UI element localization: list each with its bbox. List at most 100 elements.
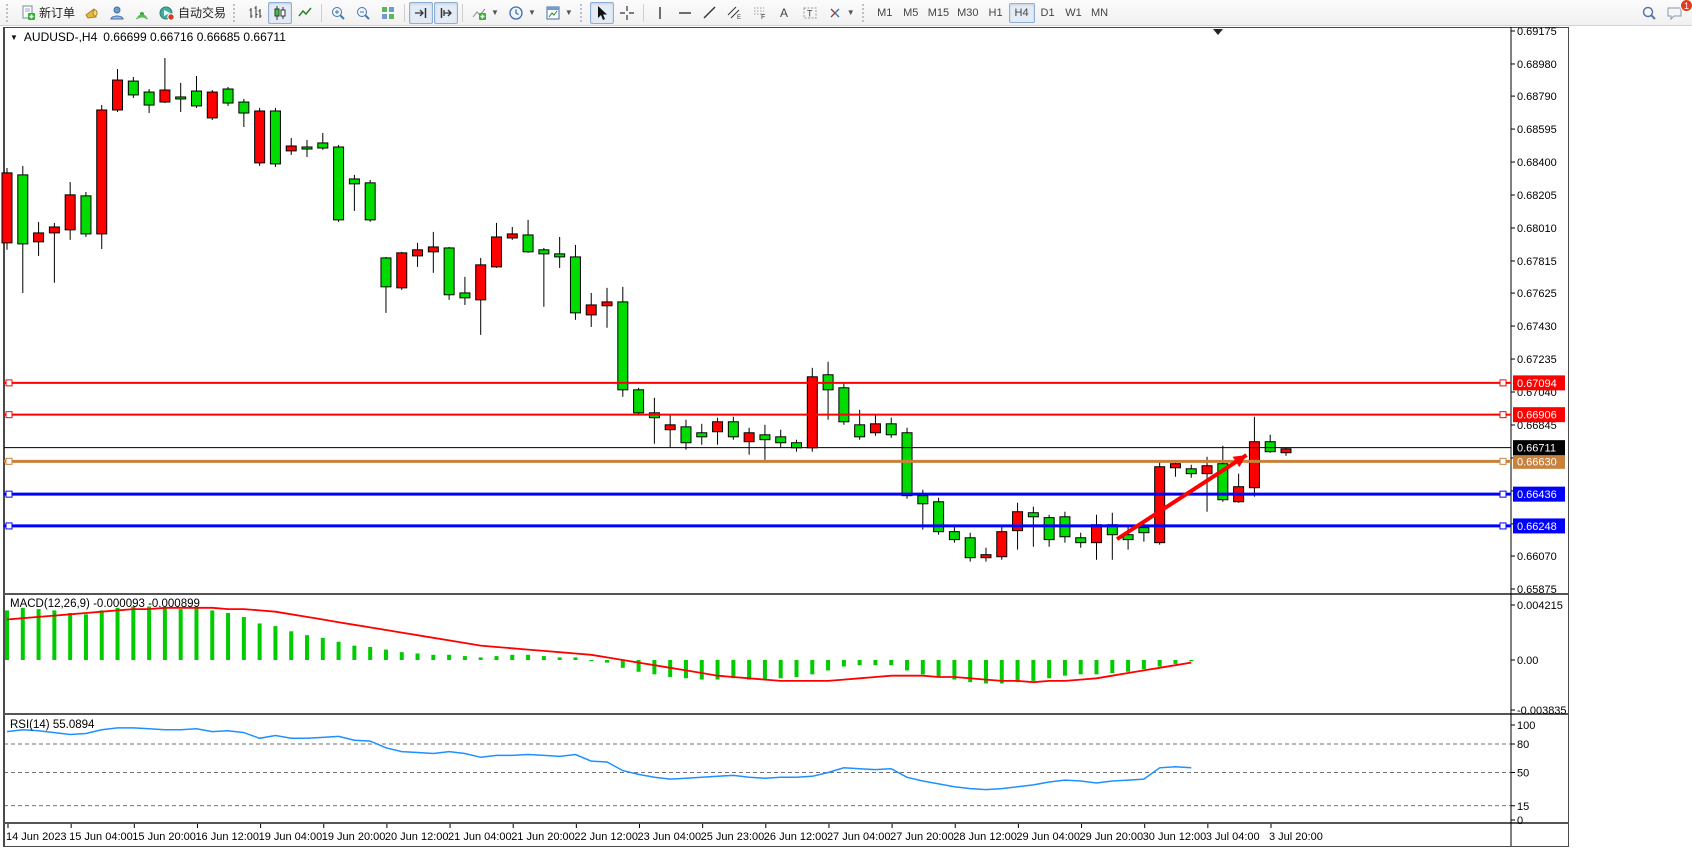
horizontal-line-icon — [677, 5, 693, 21]
toolbar-grip[interactable] — [233, 4, 238, 22]
pane-separator[interactable] — [4, 822, 1569, 824]
line-handle[interactable] — [6, 458, 12, 464]
periods-button[interactable]: ▼ — [504, 2, 540, 24]
chat-button[interactable]: 1 — [1662, 2, 1688, 24]
rsi-tick-label: 0 — [1517, 815, 1523, 827]
timeframe-M5[interactable]: M5 — [898, 3, 924, 23]
timeframe-M15[interactable]: M15 — [924, 3, 953, 23]
line-handle[interactable] — [1500, 523, 1506, 529]
timeframe-H1[interactable]: H1 — [983, 3, 1009, 23]
chart-shift-marker[interactable] — [1213, 29, 1223, 35]
indicators-button[interactable]: ▼ — [467, 2, 503, 24]
fibonacci-tool[interactable]: F — [748, 2, 772, 24]
macd-histogram-bar — [479, 657, 483, 660]
text-label-tool[interactable]: T — [798, 2, 822, 24]
timeframe-MN[interactable]: MN — [1087, 3, 1113, 23]
toolbar-separator — [404, 4, 405, 22]
line-chart-icon — [297, 5, 313, 21]
macd-histogram-bar — [289, 631, 293, 660]
candle — [381, 258, 391, 287]
candle — [81, 196, 91, 234]
news-button[interactable] — [80, 2, 104, 24]
line-handle[interactable] — [6, 491, 12, 497]
macd-histogram-bar — [731, 660, 735, 678]
time-tick-label: 21 Jun 04:00 — [448, 831, 512, 843]
line-handle[interactable] — [6, 380, 12, 386]
signals-button[interactable] — [130, 2, 154, 24]
macd-histogram-bar — [1110, 660, 1114, 673]
time-tick-label: 20 Jun 12:00 — [385, 831, 449, 843]
candle — [1139, 528, 1149, 533]
candle — [34, 233, 44, 242]
chart-canvas[interactable]: 0.691750.689800.687900.685950.684000.682… — [0, 0, 1692, 849]
pane-separator[interactable] — [4, 593, 1569, 595]
templates-button[interactable]: ▼ — [541, 2, 577, 24]
timeframe-M1[interactable]: M1 — [872, 3, 898, 23]
macd-histogram-bar — [431, 655, 435, 660]
candle — [207, 92, 217, 118]
line-handle[interactable] — [6, 523, 12, 529]
zoom-out-icon — [355, 5, 371, 21]
bar-chart-button[interactable] — [243, 2, 267, 24]
trendline-tool[interactable] — [698, 2, 722, 24]
new-order-button[interactable]: 新订单 — [16, 2, 79, 24]
timeframe-H4[interactable]: H4 — [1009, 3, 1035, 23]
cursor-button[interactable] — [590, 2, 614, 24]
crosshair-button[interactable] — [615, 2, 639, 24]
time-tick-label: 29 Jun 04:00 — [1016, 831, 1080, 843]
price-tick-label: 0.68400 — [1517, 157, 1557, 169]
auto-scroll-icon — [413, 5, 429, 21]
macd-histogram-bar — [1095, 660, 1099, 674]
vertical-line-tool[interactable] — [648, 2, 672, 24]
megaphone-icon — [84, 5, 100, 21]
macd-histogram-bar — [842, 660, 846, 667]
auto-scroll-button[interactable] — [409, 2, 433, 24]
horizontal-line-tool[interactable] — [673, 2, 697, 24]
candle — [713, 422, 723, 432]
timeframe-M30[interactable]: M30 — [953, 3, 982, 23]
macd-histogram-bar — [179, 609, 183, 660]
toolbar-grip[interactable] — [862, 4, 867, 22]
macd-histogram-bar — [1158, 660, 1162, 667]
time-tick-label: 23 Jun 04:00 — [638, 831, 702, 843]
line-handle[interactable] — [1500, 458, 1506, 464]
macd-histogram-bar — [194, 608, 198, 660]
line-handle[interactable] — [6, 412, 12, 418]
svg-text:E: E — [737, 15, 741, 21]
timeframe-D1[interactable]: D1 — [1035, 3, 1061, 23]
chart-shift-button[interactable] — [434, 2, 458, 24]
autotrading-button[interactable]: 自动交易 — [155, 2, 230, 24]
macd-histogram-bar — [589, 660, 593, 661]
tile-windows-button[interactable] — [376, 2, 400, 24]
time-tick-label: 27 Jun 20:00 — [890, 831, 954, 843]
line-handle[interactable] — [1500, 380, 1506, 386]
candlestick-chart-button[interactable] — [268, 2, 292, 24]
macd-histogram-bar — [447, 655, 451, 660]
search-button[interactable] — [1637, 2, 1661, 24]
toolbar-grip[interactable] — [580, 4, 585, 22]
toolbar-grip[interactable] — [6, 4, 11, 22]
pane-separator[interactable] — [4, 713, 1569, 715]
candle — [49, 227, 59, 233]
line-handle[interactable] — [1500, 412, 1506, 418]
macd-histogram-bar — [494, 656, 498, 660]
collapse-triangle-icon[interactable]: ▼ — [10, 33, 18, 42]
profile-button[interactable] — [105, 2, 129, 24]
zoom-out-button[interactable] — [351, 2, 375, 24]
arrows-tool[interactable]: ▼ — [823, 2, 859, 24]
price-tick-label: 0.66070 — [1517, 551, 1557, 563]
line-chart-button[interactable] — [293, 2, 317, 24]
macd-histogram-bar — [652, 660, 656, 674]
candle — [349, 179, 359, 184]
line-handle[interactable] — [1500, 491, 1506, 497]
equidistant-channel-tool[interactable]: E — [723, 2, 747, 24]
zoom-in-button[interactable] — [326, 2, 350, 24]
macd-histogram-bar — [573, 657, 577, 660]
macd-histogram-bar — [747, 660, 751, 680]
time-tick-label: 19 Jun 04:00 — [259, 831, 323, 843]
time-tick-label: 28 Jun 12:00 — [953, 831, 1017, 843]
price-tag-label: 0.66248 — [1517, 521, 1557, 533]
timeframe-W1[interactable]: W1 — [1061, 3, 1087, 23]
rsi-indicator-label: RSI(14) 55.0894 — [10, 719, 94, 731]
text-tool[interactable]: A — [773, 2, 797, 24]
